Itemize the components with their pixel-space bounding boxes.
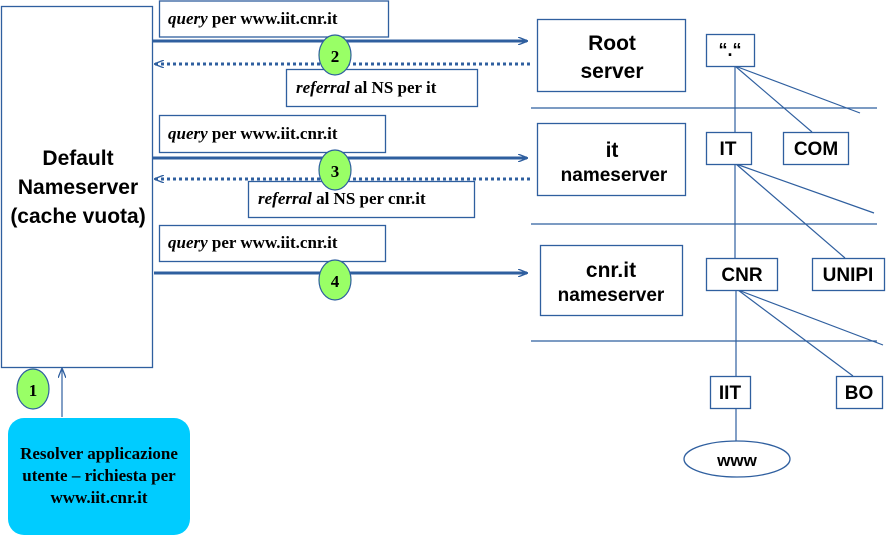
svg-text:Root: Root [588,32,636,55]
cnr-nameserver-box: cnr.it nameserver [539,244,684,317]
resolver-label-2: utente – richiesta per [22,466,176,485]
svg-text:www: www [716,451,757,470]
svg-text:query per www.iit.cnr.it: query per www.iit.cnr.it [168,233,338,252]
step-2-badge: 2 [318,34,352,76]
tree-node-it: IT [705,131,753,166]
default-nameserver-box: Default Nameserver (cache vuota) [0,5,154,369]
tree-node-www: www [683,440,791,478]
tree-node-bo: BO [835,375,884,410]
referral-label-1: referral al NS per it [285,68,479,108]
resolver-box: Resolver applicazione utente – richiesta… [8,418,190,535]
svg-text:nameserver: nameserver [561,165,668,186]
svg-text:CNR: CNR [721,265,762,286]
tree-node-root: “.“ [705,33,756,68]
referral-label-2: referral al NS per cnr.it [247,180,476,219]
default-ns-label-1: Default [42,147,113,170]
svg-text:referral al NS per it: referral al NS per it [296,78,437,97]
default-ns-label-3: (cache vuota) [10,205,145,228]
tree-node-iit: IIT [709,375,752,410]
it-nameserver-box: it nameserver [536,122,687,197]
svg-text:cnr.it: cnr.it [586,259,636,282]
tree-node-cnr: CNR [705,257,779,292]
svg-text:query per www.iit.cnr.it: query per www.iit.cnr.it [168,9,338,28]
dns-resolution-diagram: Default Nameserver (cache vuota) Resolve… [0,0,886,535]
svg-text:3: 3 [331,162,340,181]
resolver-label-1: Resolver applicazione [20,444,178,463]
tree-node-com: COM [782,131,850,166]
svg-text:1: 1 [29,381,38,400]
svg-text:COM: COM [794,139,838,160]
step-1-badge: 1 [16,368,50,410]
svg-text:2: 2 [331,47,340,66]
step-4-badge: 4 [318,259,352,301]
svg-text:query per www.iit.cnr.it: query per www.iit.cnr.it [168,124,338,143]
svg-text:UNIPI: UNIPI [823,265,874,286]
query-label-2: query per www.iit.cnr.it [158,114,387,154]
resolver-label-3: www.iit.cnr.it [50,488,147,507]
query-label-3: query per www.iit.cnr.it [158,224,387,263]
step-3-badge: 3 [318,149,352,191]
svg-text:IT: IT [720,139,737,160]
svg-text:BO: BO [845,383,874,404]
default-ns-label-2: Nameserver [18,176,138,199]
svg-text:4: 4 [331,272,340,291]
root-server-box: Root server [536,18,687,93]
svg-text:it: it [606,139,619,162]
svg-text:nameserver: nameserver [558,285,665,306]
svg-text:IIT: IIT [719,383,742,404]
query-label-1: query per www.iit.cnr.it [158,0,390,38]
svg-text:“.“: “.“ [718,40,741,60]
svg-text:referral al NS per cnr.it: referral al NS per cnr.it [258,189,426,208]
svg-text:server: server [580,60,643,83]
tree-node-unipi: UNIPI [811,257,886,292]
